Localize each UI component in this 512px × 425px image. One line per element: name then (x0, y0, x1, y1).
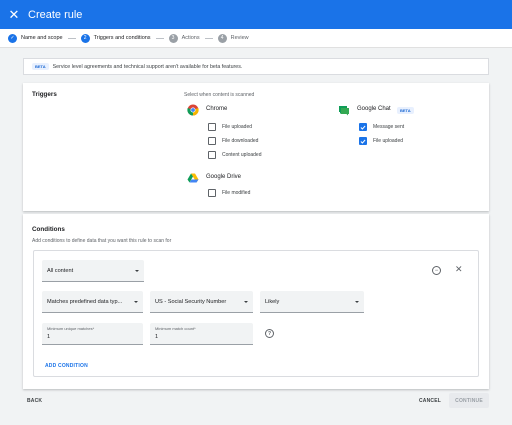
chrome-label: Chrome (206, 106, 228, 112)
option-label: File downloaded (222, 138, 259, 144)
checkbox-checked[interactable] (359, 123, 367, 131)
select-value: All content (47, 267, 74, 274)
google-chat-label: Google Chat (357, 106, 391, 112)
chrome-file-uploaded-option[interactable]: File uploaded (208, 123, 252, 131)
step-label: Review (230, 35, 249, 41)
min-unique-matches-field[interactable]: Minimum unique matches* 1 (42, 323, 143, 345)
checkbox[interactable] (208, 189, 216, 197)
step-number: 2 (80, 33, 90, 43)
step-label: Name and scope (21, 35, 63, 41)
checkbox[interactable] (208, 137, 216, 145)
chat-message-sent-option[interactable]: Message sent (359, 123, 404, 131)
step-number: 4 (217, 33, 227, 43)
conditions-description: Add conditions to define data that you w… (32, 238, 172, 244)
chat-beta-badge: BETA (397, 107, 414, 114)
chrome-file-downloaded-option[interactable]: File downloaded (208, 137, 258, 145)
help-icon[interactable]: ? (265, 329, 274, 338)
step-connector (67, 37, 76, 39)
checkbox[interactable] (208, 151, 216, 159)
step-connector (155, 37, 164, 39)
conditions-card: Conditions Add conditions to define data… (23, 214, 489, 389)
beta-banner: BETA Service level agreements and techni… (23, 58, 489, 75)
chrome-content-uploaded-option[interactable]: Content uploaded (208, 151, 261, 159)
check-icon (360, 139, 366, 144)
continue-button[interactable]: CONTINUE (449, 393, 489, 408)
data-type-select[interactable]: US - Social Security Number (150, 291, 253, 313)
condition-group: All content − ✕ Matches predefined data … (33, 250, 479, 377)
option-label: File modified (222, 190, 251, 196)
select-value: Likely (265, 298, 280, 305)
step-triggers-and-conditions[interactable]: 2 Triggers and conditions (80, 33, 151, 43)
check-icon (360, 125, 366, 130)
step-actions[interactable]: 3 Actions (168, 33, 200, 43)
google-drive-label: Google Drive (206, 174, 242, 180)
stepper: ✓ Name and scope 2 Triggers and conditio… (0, 29, 512, 48)
field-value: 1 (47, 334, 51, 340)
google-drive-icon (187, 173, 199, 183)
field-label: Minimum match count* (155, 326, 196, 331)
dropdown-arrow-icon (135, 269, 139, 272)
page-title: Create rule (28, 8, 83, 21)
dropdown-arrow-icon (244, 300, 248, 303)
field-label: Minimum unique matches* (47, 326, 95, 331)
step-connector (204, 37, 213, 39)
step-number: 3 (168, 33, 178, 43)
likelihood-select[interactable]: Likely (260, 291, 364, 313)
close-condition-icon[interactable]: ✕ (455, 264, 463, 275)
remove-condition-icon[interactable]: − (432, 266, 441, 275)
conditions-title: Conditions (32, 226, 65, 233)
option-label: Message sent (373, 124, 405, 130)
drive-file-modified-option[interactable]: File modified (208, 189, 250, 197)
step-label: Triggers and conditions (93, 35, 151, 41)
content-select[interactable]: All content (42, 260, 144, 282)
banner-text: Service level agreements and technical s… (52, 63, 243, 70)
close-icon[interactable]: ✕ (0, 0, 28, 29)
triggers-hint: Select when content is scanned (184, 92, 255, 98)
option-label: File uploaded (373, 138, 404, 144)
step-done-icon: ✓ (8, 33, 17, 43)
option-label: Content uploaded (222, 152, 262, 158)
cancel-button[interactable]: CANCEL (419, 398, 441, 404)
checkbox-checked[interactable] (359, 137, 367, 145)
step-label: Actions (181, 35, 200, 41)
back-button[interactable]: BACK (27, 398, 42, 404)
checkbox[interactable] (208, 123, 216, 131)
app-header: ✕ Create rule (0, 0, 512, 29)
chat-file-uploaded-option[interactable]: File uploaded (359, 137, 403, 145)
chrome-icon (187, 104, 199, 116)
select-value: US - Social Security Number (155, 298, 227, 305)
select-value: Matches predefined data typ... (47, 298, 123, 305)
step-review[interactable]: 4 Review (217, 33, 249, 43)
triggers-card: Triggers Select when content is scanned … (23, 83, 489, 211)
field-value: 1 (155, 334, 159, 340)
triggers-title: Triggers (32, 91, 57, 98)
match-type-select[interactable]: Matches predefined data typ... (42, 291, 143, 313)
dropdown-arrow-icon (355, 300, 359, 303)
dropdown-arrow-icon (134, 300, 138, 303)
beta-badge: BETA (32, 63, 49, 70)
step-name-and-scope[interactable]: ✓ Name and scope (8, 33, 63, 43)
option-label: File uploaded (222, 124, 253, 130)
min-match-count-field[interactable]: Minimum match count* 1 (150, 323, 253, 345)
google-chat-icon (339, 106, 349, 116)
add-condition-button[interactable]: ADD CONDITION (45, 363, 88, 369)
